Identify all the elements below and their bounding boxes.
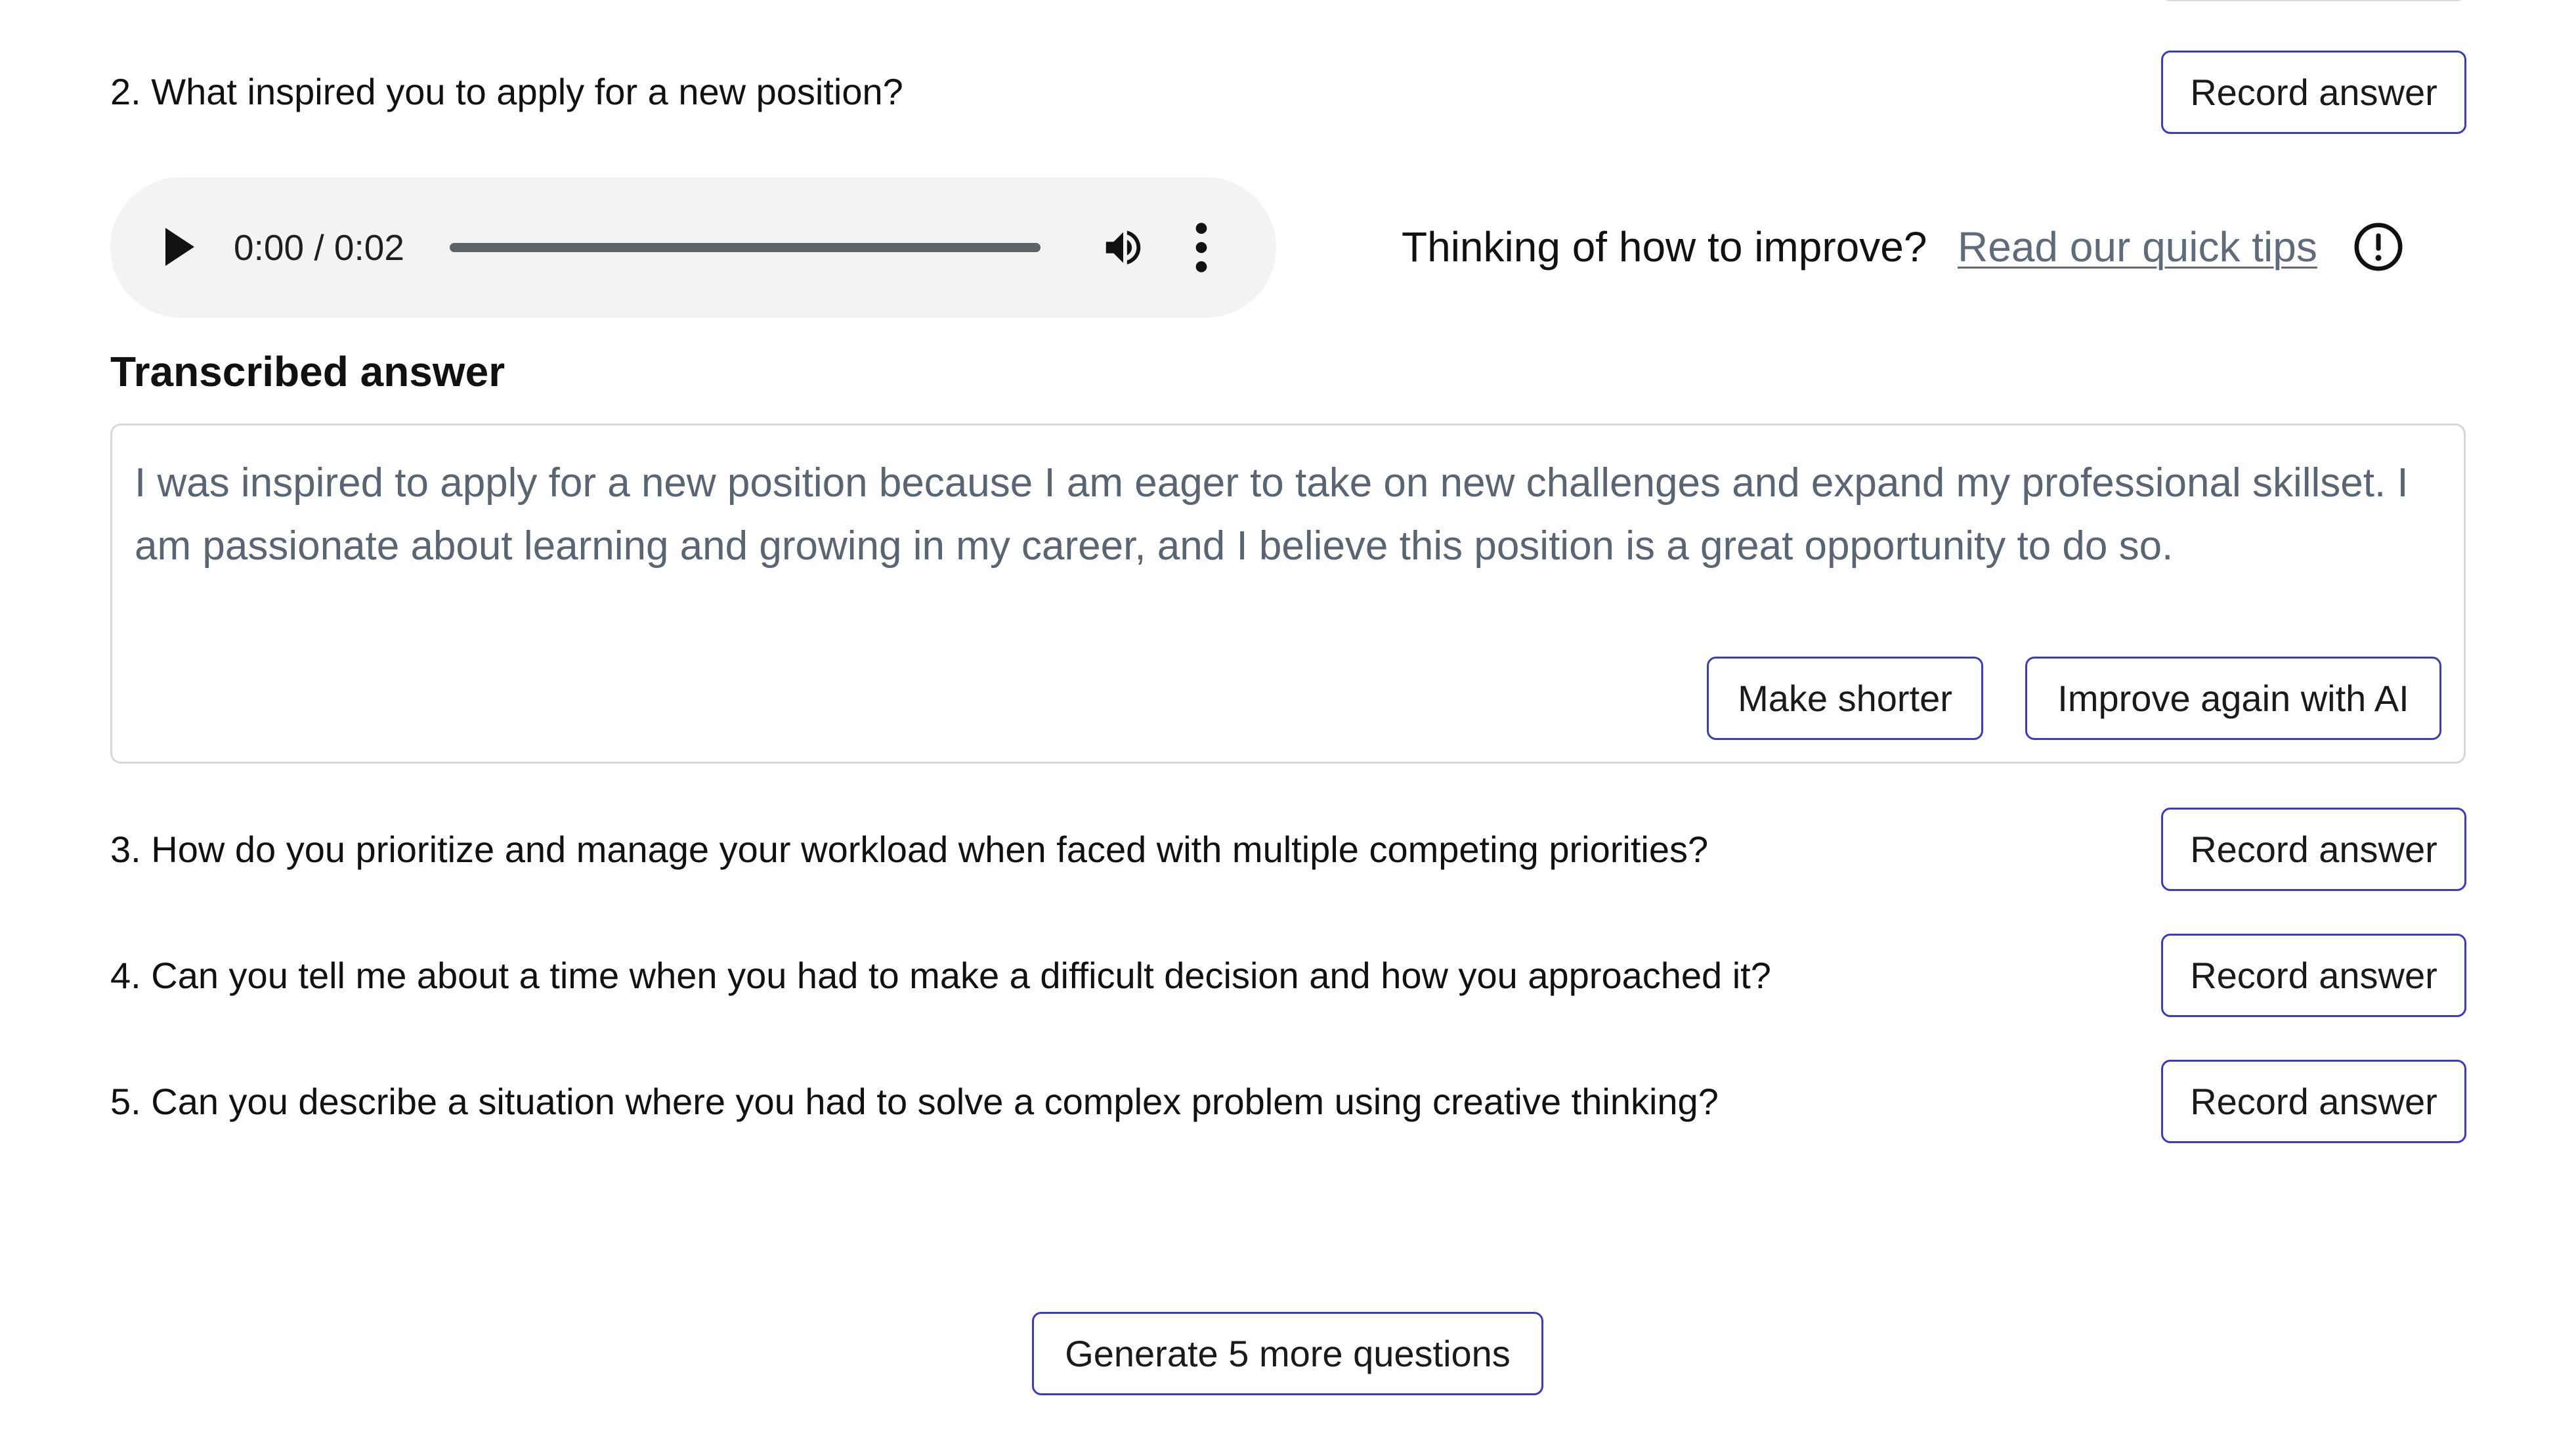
more-options-icon[interactable]	[1195, 222, 1208, 273]
audio-progress-bar[interactable]	[450, 243, 1041, 252]
question-3-text: 3. How do you prioritize and manage your…	[110, 829, 1709, 870]
question-5-text: 5. Can you describe a situation where yo…	[110, 1081, 1719, 1122]
transcribed-answer-box[interactable]: I was inspired to apply for a new positi…	[110, 424, 2466, 764]
improve-again-with-ai-button[interactable]: Improve again with AI	[2025, 657, 2441, 740]
audio-player: 0:00 / 0:02	[110, 177, 1276, 318]
record-answer-button-q2[interactable]: Record answer	[2161, 51, 2466, 134]
play-icon[interactable]	[165, 228, 194, 266]
question-2-text: 2. What inspired you to apply for a new …	[110, 71, 903, 112]
audio-time-display: 0:00 / 0:02	[234, 227, 404, 268]
record-answer-button-q4[interactable]: Record answer	[2161, 934, 2466, 1017]
volume-icon[interactable]	[1100, 225, 1146, 271]
record-answer-button-q3[interactable]: Record answer	[2161, 808, 2466, 891]
info-icon[interactable]	[2353, 221, 2404, 272]
tips-prompt: Thinking of how to improve?	[1402, 223, 1927, 271]
record-answer-button-previous[interactable]	[2161, 0, 2466, 1]
record-answer-button-q5[interactable]: Record answer	[2161, 1060, 2466, 1143]
quick-tips-link[interactable]: Read our quick tips	[1958, 223, 2317, 271]
make-shorter-button[interactable]: Make shorter	[1707, 657, 1983, 740]
question-4-text: 4. Can you tell me about a time when you…	[110, 955, 1771, 996]
transcribed-answer-text[interactable]: I was inspired to apply for a new positi…	[135, 452, 2432, 578]
transcribed-answer-heading: Transcribed answer	[110, 348, 505, 395]
generate-more-questions-button[interactable]: Generate 5 more questions	[1032, 1312, 1543, 1395]
